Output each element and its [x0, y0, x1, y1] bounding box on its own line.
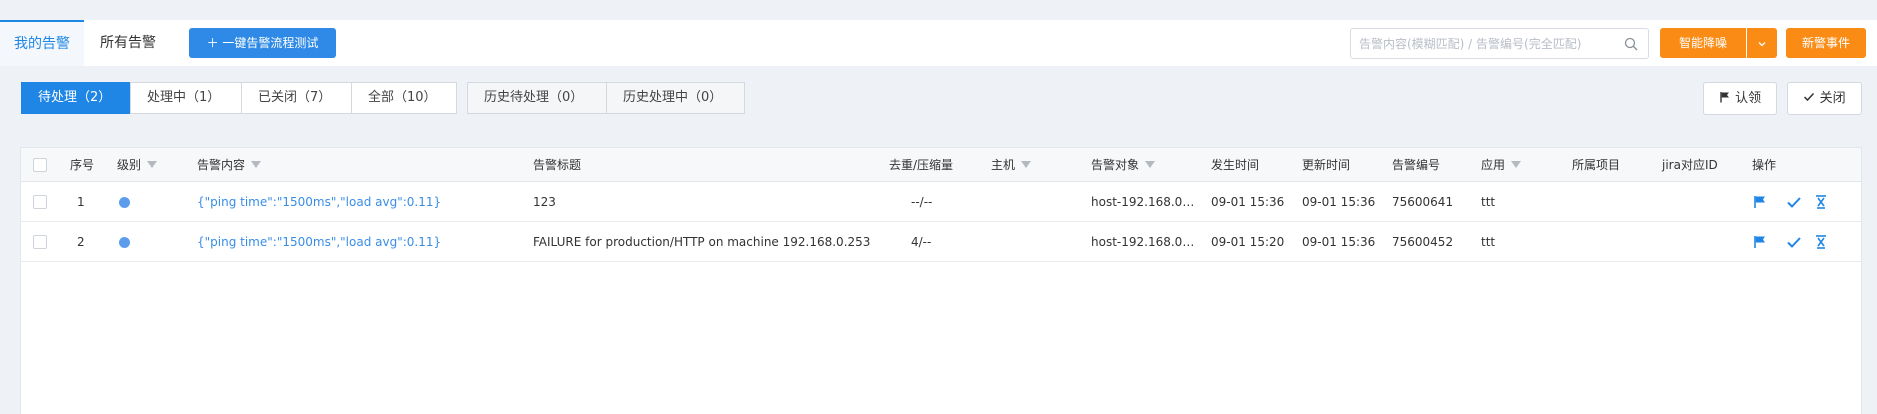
- cell-occurred: 09-01 15:20: [1211, 235, 1285, 249]
- cell-content-link[interactable]: {"ping time":"1500ms","load avg":0.11}: [197, 182, 517, 222]
- header-host-label: 主机: [991, 158, 1016, 172]
- close-label: 关闭: [1819, 91, 1846, 106]
- cell-dedup: 4/--: [911, 235, 932, 249]
- cell-dedup: --/--: [911, 195, 933, 209]
- cell-index: 2: [77, 235, 85, 249]
- table-row[interactable]: 2 {"ping time":"1500ms","load avg":0.11}…: [21, 222, 1861, 262]
- filter-processing[interactable]: 处理中（1）: [130, 82, 242, 114]
- flag-icon: [1720, 92, 1729, 103]
- check-icon: [1804, 92, 1815, 102]
- cell-app: ttt: [1481, 195, 1496, 209]
- cell-app: ttt: [1481, 235, 1496, 249]
- escalate-icon[interactable]: [1813, 194, 1829, 210]
- flag-icon[interactable]: [1752, 234, 1768, 250]
- cell-updated: 09-01 15:36: [1302, 195, 1376, 209]
- table-row[interactable]: 1 {"ping time":"1500ms","load avg":0.11}…: [21, 182, 1861, 222]
- header-occurred: 发生时间: [1211, 158, 1260, 172]
- cell-occurred: 09-01 15:36: [1211, 195, 1285, 209]
- header-project: 所属项目: [1572, 158, 1621, 172]
- smart-noise-reduction-dropdown[interactable]: [1747, 28, 1777, 58]
- filter-history-pending[interactable]: 历史待处理（0）: [467, 82, 607, 114]
- search-input[interactable]: [1351, 29, 1611, 58]
- status-filter-group: 待处理（2） 处理中（1） 已关闭（7） 全部（10）: [21, 82, 457, 114]
- header-level-label: 级别: [117, 158, 142, 172]
- cell-target: host-192.168.0....: [1091, 195, 1196, 209]
- top-bar: 我的告警 所有告警 ＋ 一键告警流程测试 智能降噪 新警事件: [0, 20, 1877, 66]
- header-level: 级别: [117, 148, 158, 182]
- cell-index: 1: [77, 195, 85, 209]
- cell-target: host-192.168.0....: [1091, 235, 1196, 249]
- table-header: 序号 级别 告警内容 告警标题 去重/压缩量 主机 告警对象 发生时间 更新时间…: [21, 148, 1861, 182]
- select-all-checkbox[interactable]: [33, 158, 47, 172]
- level-indicator-dot: [119, 237, 130, 248]
- header-dedup: 去重/压缩量: [889, 158, 954, 172]
- alert-table: 序号 级别 告警内容 告警标题 去重/压缩量 主机 告警对象 发生时间 更新时间…: [20, 147, 1862, 414]
- cell-level: [119, 182, 130, 222]
- level-indicator-dot: [119, 197, 130, 208]
- cell-content-link[interactable]: {"ping time":"1500ms","load avg":0.11}: [197, 222, 517, 262]
- new-event-button[interactable]: 新警事件: [1786, 28, 1866, 58]
- escalate-icon[interactable]: [1813, 234, 1829, 250]
- close-button[interactable]: 关闭: [1787, 82, 1862, 115]
- filter-icon[interactable]: [1021, 161, 1032, 168]
- cell-title: 123: [533, 195, 556, 209]
- flag-icon[interactable]: [1752, 194, 1768, 210]
- header-app-label: 应用: [1481, 158, 1506, 172]
- filter-icon[interactable]: [251, 161, 262, 168]
- header-index: 序号: [70, 158, 95, 172]
- one-click-flow-test-button[interactable]: ＋ 一键告警流程测试: [189, 28, 336, 58]
- filter-pending[interactable]: 待处理（2）: [21, 82, 131, 114]
- cell-updated: 09-01 15:36: [1302, 235, 1376, 249]
- check-icon[interactable]: [1786, 194, 1802, 210]
- filter-icon[interactable]: [147, 161, 158, 168]
- header-content: 告警内容: [197, 148, 262, 182]
- check-icon[interactable]: [1786, 234, 1802, 250]
- header-actions: 操作: [1752, 158, 1777, 172]
- search-icon[interactable]: [1624, 37, 1638, 51]
- cell-level: [119, 222, 130, 262]
- filter-history-processing[interactable]: 历史处理中（0）: [606, 82, 745, 114]
- history-filter-group: 历史待处理（0） 历史处理中（0）: [467, 82, 745, 114]
- filter-all[interactable]: 全部（10）: [351, 82, 457, 114]
- cell-title: FAILURE for production/HTTP on machine 1…: [533, 235, 871, 249]
- claim-button[interactable]: 认领: [1703, 82, 1777, 115]
- filter-icon[interactable]: [1511, 161, 1522, 168]
- filter-closed[interactable]: 已关闭（7）: [241, 82, 352, 114]
- header-target: 告警对象: [1091, 148, 1156, 182]
- tab-all-alerts[interactable]: 所有告警: [100, 20, 156, 66]
- header-content-label: 告警内容: [197, 158, 246, 172]
- search-box: [1350, 28, 1649, 59]
- cell-number: 75600641: [1392, 195, 1454, 209]
- header-title: 告警标题: [533, 158, 582, 172]
- chevron-down-icon: [1758, 41, 1766, 46]
- filter-icon[interactable]: [1145, 161, 1156, 168]
- row-checkbox[interactable]: [33, 195, 47, 209]
- row-checkbox[interactable]: [33, 235, 47, 249]
- smart-noise-reduction-button[interactable]: 智能降噪: [1660, 28, 1746, 58]
- claim-label: 认领: [1735, 91, 1762, 106]
- header-app: 应用: [1481, 148, 1522, 182]
- header-jira: jira对应ID: [1662, 158, 1718, 172]
- header-target-label: 告警对象: [1091, 158, 1140, 172]
- tab-my-alerts[interactable]: 我的告警: [0, 20, 84, 66]
- cell-number: 75600452: [1392, 235, 1454, 249]
- header-host: 主机: [991, 148, 1032, 182]
- header-number: 告警编号: [1392, 158, 1441, 172]
- header-updated: 更新时间: [1302, 158, 1351, 172]
